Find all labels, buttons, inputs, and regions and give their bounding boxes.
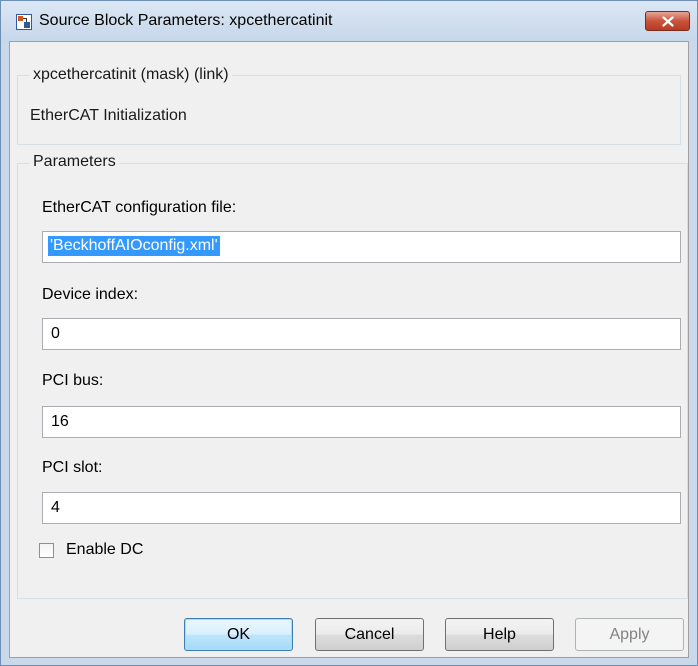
close-button[interactable] bbox=[645, 11, 690, 31]
device-index-label: Device index: bbox=[42, 286, 139, 303]
enable-dc-label[interactable]: Enable DC bbox=[66, 541, 143, 559]
close-icon bbox=[662, 16, 674, 27]
device-index-field[interactable]: 0 bbox=[42, 318, 681, 350]
title-bar[interactable]: Source Block Parameters: xpcethercatinit bbox=[1, 1, 697, 41]
config-file-label: EtherCAT configuration file: bbox=[42, 199, 237, 216]
apply-button: Apply bbox=[575, 618, 684, 651]
pci-bus-value: 16 bbox=[51, 413, 69, 430]
config-file-field[interactable]: 'BeckhoffAIOconfig.xml' bbox=[42, 231, 681, 263]
parameters-group-legend: Parameters bbox=[30, 153, 119, 171]
mask-description: EtherCAT Initialization bbox=[30, 107, 187, 124]
dialog-window: Source Block Parameters: xpcethercatinit… bbox=[0, 0, 698, 666]
pci-bus-field[interactable]: 16 bbox=[42, 406, 681, 438]
cancel-button[interactable]: Cancel bbox=[315, 618, 424, 651]
dialog-body: xpcethercatinit (mask) (link) EtherCAT I… bbox=[9, 41, 689, 658]
device-index-value: 0 bbox=[51, 325, 60, 342]
window-title: Source Block Parameters: xpcethercatinit bbox=[39, 12, 333, 29]
pci-slot-value: 4 bbox=[51, 499, 60, 516]
mask-group-legend: xpcethercatinit (mask) (link) bbox=[30, 66, 232, 84]
help-button[interactable]: Help bbox=[445, 618, 554, 651]
ok-button[interactable]: OK bbox=[184, 618, 293, 651]
enable-dc-checkbox[interactable] bbox=[39, 543, 54, 558]
pci-slot-field[interactable]: 4 bbox=[42, 492, 681, 524]
simulink-block-icon bbox=[16, 14, 32, 30]
pci-bus-label: PCI bus: bbox=[42, 372, 104, 389]
pci-slot-label: PCI slot: bbox=[42, 459, 103, 476]
config-file-value: 'BeckhoffAIOconfig.xml' bbox=[48, 236, 220, 256]
parameters-groupbox bbox=[17, 163, 688, 599]
